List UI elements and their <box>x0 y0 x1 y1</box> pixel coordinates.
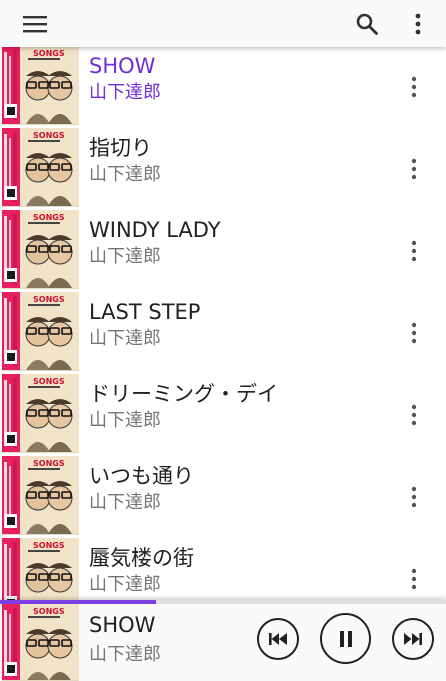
song-title: 指切り <box>89 136 152 160</box>
top-app-bar <box>0 0 446 47</box>
album-cover-icon: SONGS <box>2 292 79 370</box>
pause-icon <box>339 630 352 647</box>
skip-previous-button[interactable] <box>257 618 299 660</box>
skip-next-button[interactable] <box>392 618 434 660</box>
more-vert-icon[interactable] <box>398 231 430 271</box>
menu-icon[interactable] <box>14 0 56 47</box>
more-vert-icon[interactable] <box>398 559 430 599</box>
album-art: SONGS <box>2 604 79 681</box>
svg-text:SONGS: SONGS <box>33 295 65 304</box>
playback-progress-fill <box>0 600 157 604</box>
more-vert-icon[interactable] <box>398 395 430 435</box>
skip-next-icon <box>404 633 422 645</box>
album-art: SONGS <box>2 292 79 371</box>
more-vert-icon[interactable] <box>398 67 430 107</box>
album-cover-icon: SONGS <box>2 210 79 288</box>
song-artist: 山下達郎 <box>89 246 161 267</box>
album-art: SONGS <box>2 47 79 125</box>
album-cover-icon: SONGS <box>2 47 79 124</box>
song-title: いつも通り <box>89 464 194 488</box>
song-list[interactable]: SONGS SHOW 山下達郎 SONGS 指切り 山下達郎 SONGS WIN… <box>0 47 446 600</box>
more-vert-icon[interactable] <box>398 477 430 517</box>
album-cover-icon: SONGS <box>2 538 79 600</box>
song-row[interactable]: SONGS 指切り 山下達郎 <box>0 127 446 209</box>
now-playing-artist: 山下達郎 <box>89 644 161 665</box>
song-row[interactable]: SONGS SHOW 山下達郎 <box>0 47 446 127</box>
album-art: SONGS <box>2 538 79 600</box>
album-art: SONGS <box>2 128 79 207</box>
song-row[interactable]: SONGS いつも通り 山下達郎 <box>0 455 446 537</box>
search-icon[interactable] <box>346 0 388 47</box>
svg-text:SONGS: SONGS <box>33 49 65 58</box>
song-artist: 山下達郎 <box>89 574 161 595</box>
song-artist: 山下達郎 <box>89 410 161 431</box>
song-row[interactable]: SONGS LAST STEP 山下達郎 <box>0 291 446 373</box>
song-row[interactable]: SONGS 蜃気楼の街 山下達郎 <box>0 537 446 600</box>
now-playing-title: SHOW <box>89 613 156 637</box>
album-cover-icon: SONGS <box>2 604 79 680</box>
song-row[interactable]: SONGS WINDY LADY 山下達郎 <box>0 209 446 291</box>
album-cover-icon: SONGS <box>2 128 79 206</box>
song-artist: 山下達郎 <box>89 164 161 185</box>
more-vert-icon[interactable] <box>400 0 436 47</box>
album-art: SONGS <box>2 374 79 453</box>
more-vert-icon[interactable] <box>398 313 430 353</box>
song-artist: 山下達郎 <box>89 328 161 349</box>
album-cover-icon: SONGS <box>2 456 79 534</box>
song-row[interactable]: SONGS ドリーミング・デイ 山下達郎 <box>0 373 446 455</box>
song-title: LAST STEP <box>89 300 201 324</box>
song-artist: 山下達郎 <box>89 82 161 103</box>
pause-button[interactable] <box>320 613 371 664</box>
album-art: SONGS <box>2 456 79 535</box>
now-playing-bar[interactable]: SONGS SHOW 山下達郎 <box>0 600 446 681</box>
song-title: 蜃気楼の街 <box>89 546 194 570</box>
more-vert-icon[interactable] <box>398 149 430 189</box>
song-title: ドリーミング・デイ <box>89 382 278 406</box>
svg-text:SONGS: SONGS <box>33 377 65 386</box>
svg-text:SONGS: SONGS <box>33 607 65 616</box>
svg-text:SONGS: SONGS <box>33 131 65 140</box>
svg-text:SONGS: SONGS <box>33 541 65 550</box>
svg-text:SONGS: SONGS <box>33 459 65 468</box>
skip-previous-icon <box>269 633 287 645</box>
album-art: SONGS <box>2 210 79 289</box>
album-cover-icon: SONGS <box>2 374 79 452</box>
song-title: SHOW <box>89 54 156 78</box>
song-artist: 山下達郎 <box>89 492 161 513</box>
playback-progress-bar[interactable] <box>0 600 446 604</box>
svg-text:SONGS: SONGS <box>33 213 65 222</box>
song-title: WINDY LADY <box>89 218 221 242</box>
